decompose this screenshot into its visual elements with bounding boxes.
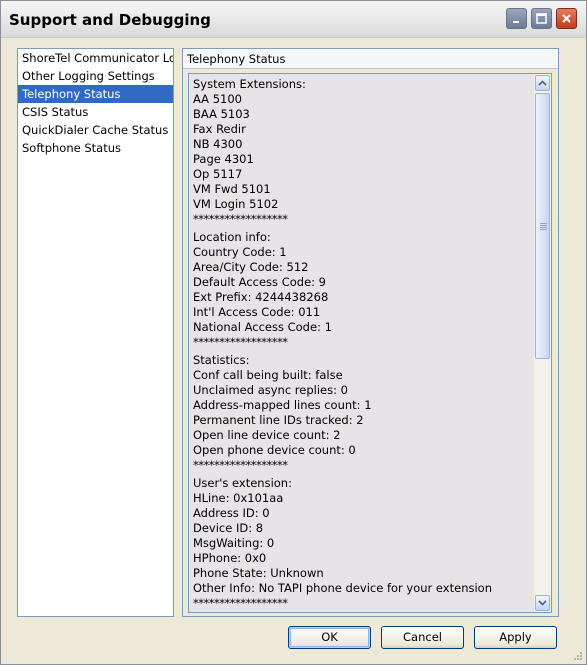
maximize-button[interactable] bbox=[531, 8, 552, 29]
scroll-down-button[interactable] bbox=[535, 595, 550, 611]
status-text: System Extensions: AA 5100 BAA 5103 Fax Red… bbox=[189, 74, 533, 612]
status-line: Default Access Code: 9 bbox=[193, 275, 326, 289]
status-line: NB 4300 bbox=[193, 137, 243, 151]
status-text-area[interactable]: System Extensions: AA 5100 BAA 5103 Fax Red… bbox=[188, 73, 552, 613]
status-line: MsgWaiting: 0 bbox=[193, 536, 275, 550]
cancel-button[interactable]: Cancel bbox=[381, 626, 464, 649]
list-item-telephony-status[interactable]: Telephony Status bbox=[18, 85, 173, 103]
status-line: Device ID: 8 bbox=[193, 521, 264, 535]
close-icon bbox=[562, 14, 571, 23]
maximize-icon bbox=[536, 13, 547, 24]
status-line: HLine: 0x101aa bbox=[193, 491, 284, 505]
title-bar[interactable]: Support and Debugging bbox=[1, 1, 586, 38]
list-item-quickdialer-cache-status[interactable]: QuickDialer Cache Status bbox=[18, 121, 173, 139]
status-line: Unclaimed async replies: 0 bbox=[193, 383, 348, 397]
status-line: ****************** bbox=[193, 596, 288, 610]
status-line: ****************** bbox=[193, 335, 288, 349]
status-line: AA 5100 bbox=[193, 92, 242, 106]
status-line: National Access Code: 1 bbox=[193, 320, 332, 334]
minimize-button[interactable] bbox=[506, 8, 527, 29]
status-line: Address ID: 0 bbox=[193, 506, 270, 520]
status-line: Country Code: 1 bbox=[193, 245, 287, 259]
scroll-up-button[interactable] bbox=[535, 75, 550, 91]
status-line: BAA 5103 bbox=[193, 107, 250, 121]
list-item-other-logging-settings[interactable]: Other Logging Settings bbox=[18, 67, 173, 85]
grip-icon bbox=[540, 223, 547, 231]
close-button[interactable] bbox=[556, 8, 577, 29]
list-item-csis-status[interactable]: CSIS Status bbox=[18, 103, 173, 121]
status-line: Int'l Access Code: 011 bbox=[193, 305, 321, 319]
status-line: Location info: bbox=[193, 230, 271, 244]
apply-button[interactable]: Apply bbox=[474, 626, 557, 649]
telephony-status-panel: Telephony Status System Extensions: AA 51… bbox=[182, 48, 559, 617]
list-item-communicator-log[interactable]: ShoreTel Communicator Log bbox=[18, 49, 173, 67]
chevron-up-icon bbox=[538, 80, 547, 86]
status-line: ****************** bbox=[193, 458, 288, 472]
status-line: ****************** bbox=[193, 212, 288, 226]
vertical-scrollbar[interactable] bbox=[533, 74, 551, 612]
status-line: Page 4301 bbox=[193, 152, 254, 166]
scroll-thumb[interactable] bbox=[535, 93, 550, 359]
status-line: Ext Prefix: 4244438268 bbox=[193, 290, 329, 304]
status-line: Address-mapped lines count: 1 bbox=[193, 398, 372, 412]
status-line: HPhone: 0x0 bbox=[193, 551, 267, 565]
status-line: Statistics: bbox=[193, 353, 250, 367]
status-line: Open phone device count: 0 bbox=[193, 443, 356, 457]
category-list[interactable]: ShoreTel Communicator Log Other Logging … bbox=[17, 48, 174, 617]
status-line: VM Login 5102 bbox=[193, 197, 279, 211]
window-title: Support and Debugging bbox=[9, 11, 211, 29]
minimize-icon bbox=[513, 21, 519, 23]
status-line: Op 5117 bbox=[193, 167, 243, 181]
status-line: Conf call being built: false bbox=[193, 368, 343, 382]
status-line: System Extensions: bbox=[193, 77, 306, 91]
status-line: Permanent line IDs tracked: 2 bbox=[193, 413, 364, 427]
list-item-softphone-status[interactable]: Softphone Status bbox=[18, 139, 173, 157]
status-line: Other Info: No TAPI phone device for you… bbox=[193, 581, 492, 595]
panel-header: Telephony Status bbox=[183, 49, 558, 69]
status-line: Area/City Code: 512 bbox=[193, 260, 309, 274]
resize-grip-icon[interactable] bbox=[571, 649, 583, 661]
status-line: Open line device count: 2 bbox=[193, 428, 341, 442]
ok-button[interactable]: OK bbox=[288, 626, 371, 649]
status-line: Phone State: Unknown bbox=[193, 566, 324, 580]
status-line: VM Fwd 5101 bbox=[193, 182, 271, 196]
status-line: User's extension: bbox=[193, 476, 292, 490]
status-line: Fax Redir bbox=[193, 122, 246, 136]
support-debugging-window: Support and Debugging ShoreTel Communica… bbox=[0, 0, 587, 665]
chevron-down-icon bbox=[538, 600, 547, 606]
